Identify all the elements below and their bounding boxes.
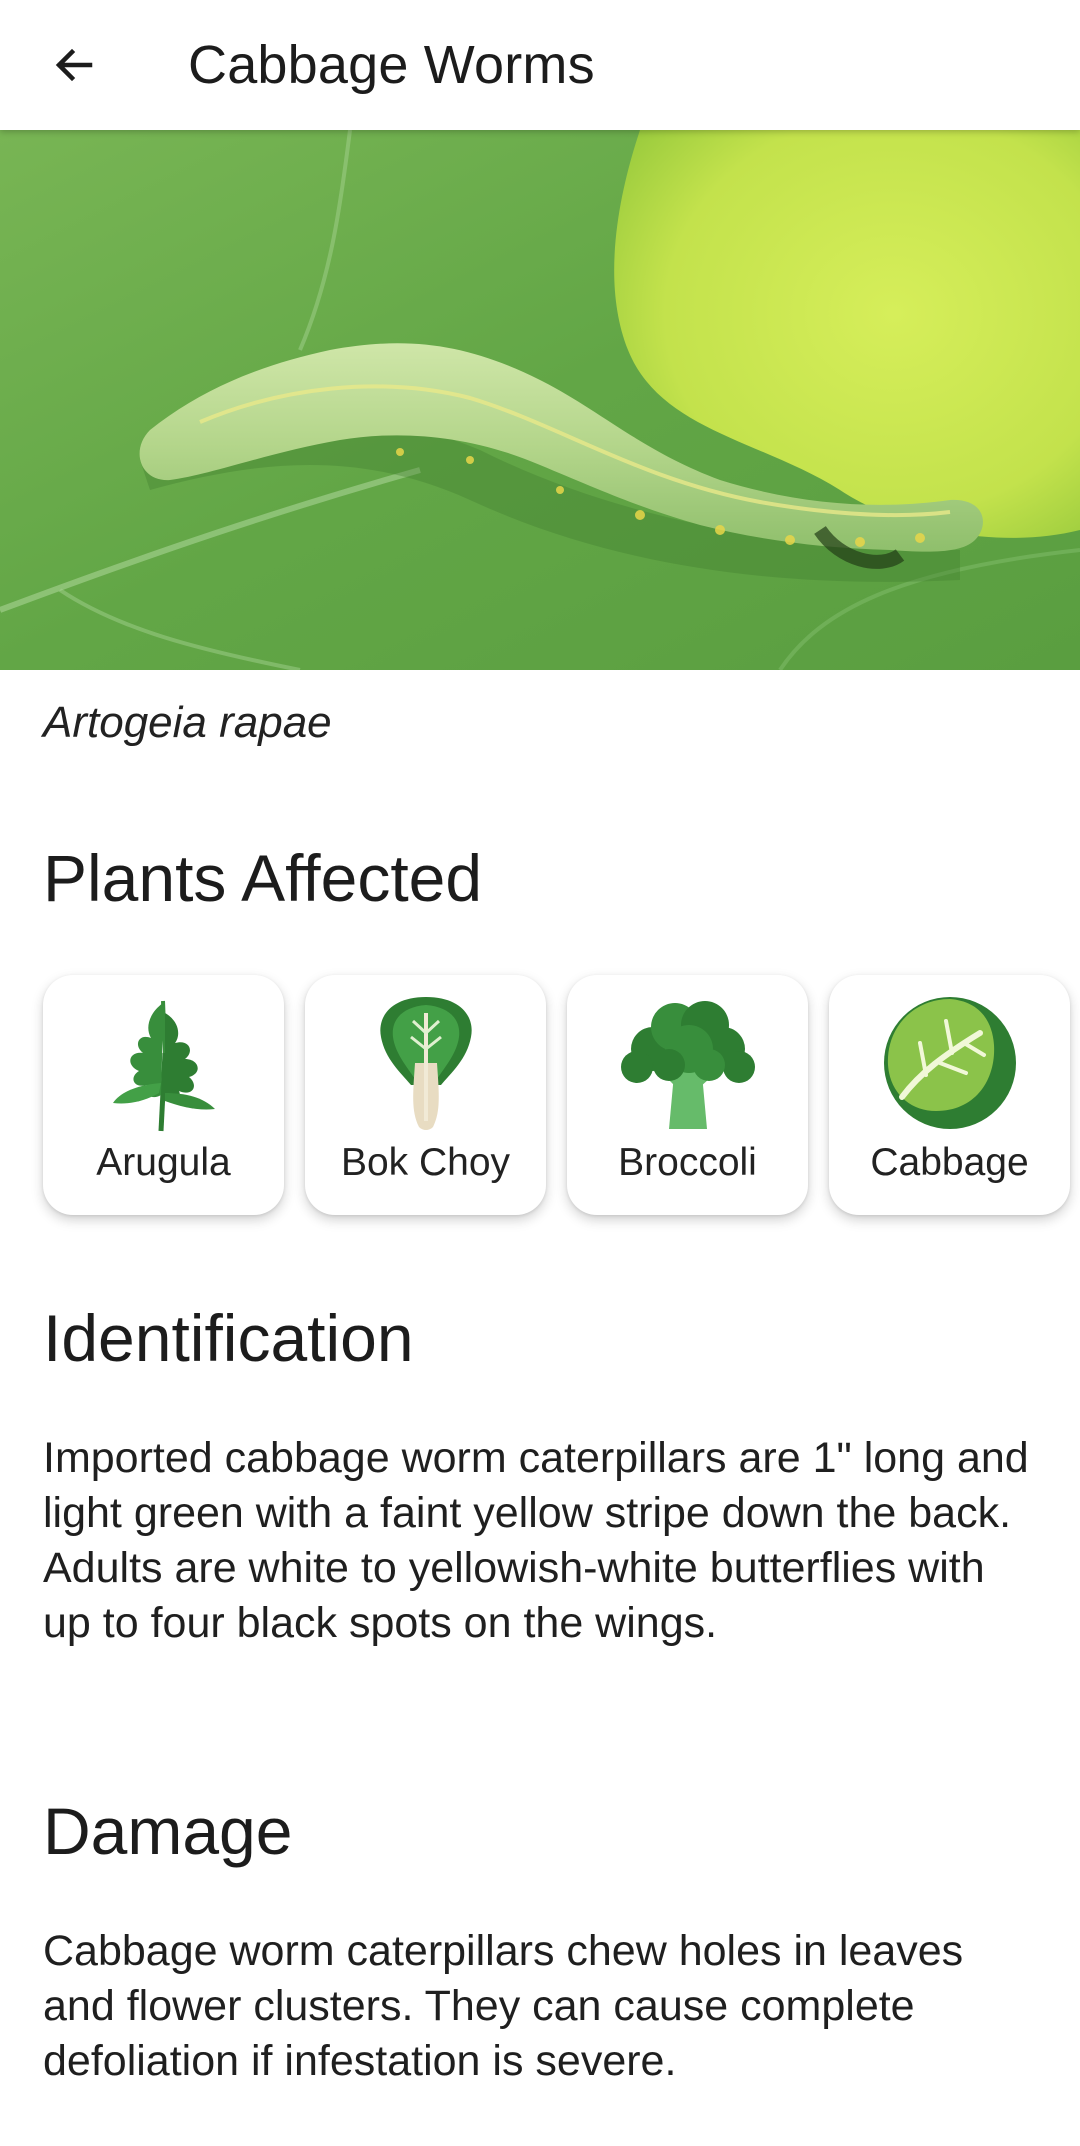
plants-affected-list: Arugula Bok Choy Broccoli Cabbage <box>43 975 1070 1215</box>
damage-text: Cabbage worm caterpillars chew holes in … <box>43 1927 964 2085</box>
plant-label: Arugula <box>96 1141 231 1184</box>
identification-text: Imported cabbage worm caterpillars are 1… <box>43 1434 1029 1647</box>
bok-choy-icon <box>379 997 472 1130</box>
plant-card-arugula[interactable]: Arugula <box>43 975 284 1215</box>
damage-heading: Damage <box>43 1794 293 1868</box>
app-bar: Cabbage Worms <box>0 0 1080 130</box>
plant-label: Broccoli <box>618 1141 757 1184</box>
back-button[interactable] <box>34 25 114 105</box>
cabbage-icon <box>883 997 1016 1129</box>
plant-label: Bok Choy <box>340 1141 511 1184</box>
page-title: Cabbage Worms <box>188 35 595 95</box>
arugula-icon <box>112 1000 215 1132</box>
arrow-back-icon <box>55 48 93 82</box>
plant-card-bok-choy[interactable]: Bok Choy <box>305 975 546 1215</box>
scientific-name: Artogeia rapae <box>43 698 332 747</box>
plants-affected-heading: Plants Affected <box>43 841 483 915</box>
plant-card-cabbage[interactable]: Cabbage <box>829 975 1070 1215</box>
identification-heading: Identification <box>43 1301 414 1375</box>
plant-label: Cabbage <box>870 1141 1029 1184</box>
plant-card-broccoli[interactable]: Broccoli <box>567 975 808 1215</box>
broccoli-icon <box>620 1001 755 1129</box>
hero-image <box>0 130 1080 670</box>
